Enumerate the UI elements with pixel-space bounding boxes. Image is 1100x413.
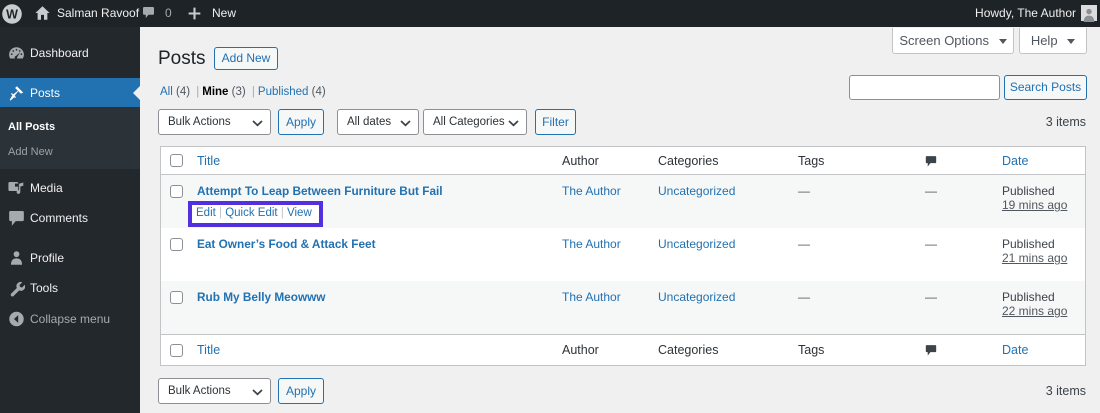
svg-text:W: W	[6, 8, 18, 22]
